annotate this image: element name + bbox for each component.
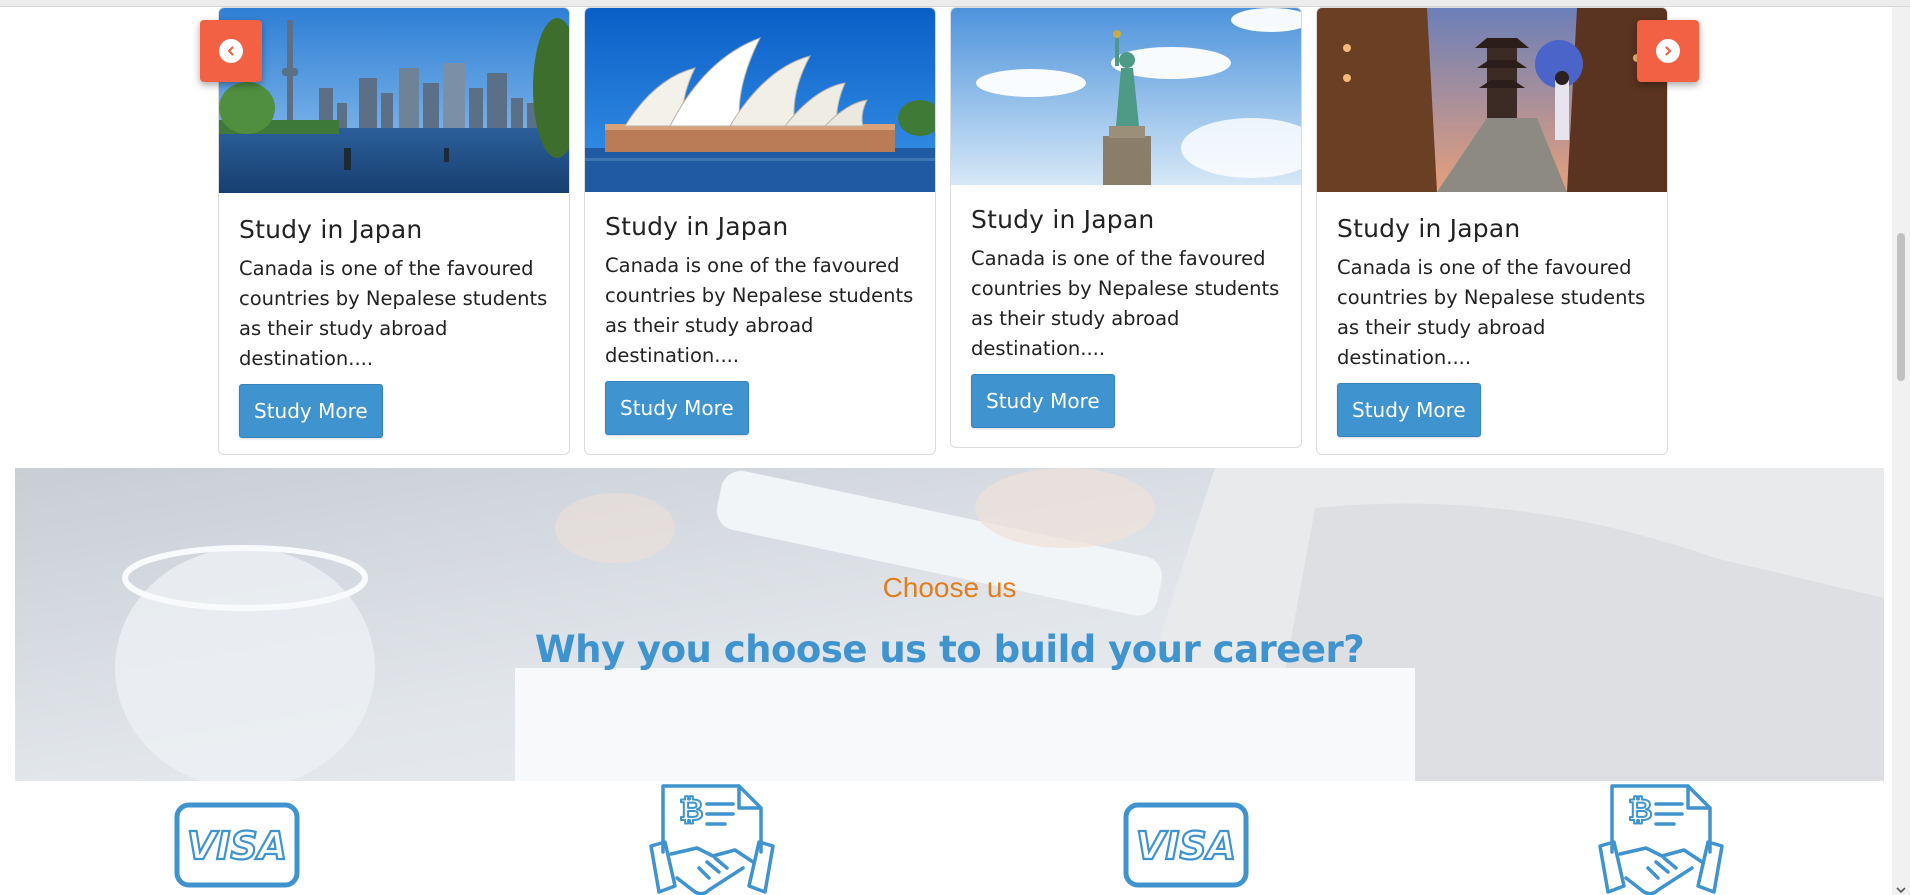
study-more-button[interactable]: Study More — [605, 381, 749, 435]
bitcoin-contract-handshake-icon: ₿ — [1598, 782, 1724, 895]
svg-text:₿: ₿ — [1628, 793, 1652, 828]
svg-text:₿: ₿ — [679, 793, 703, 828]
destination-card: Study in Japan Canada is one of the favo… — [1316, 7, 1668, 455]
card-title: Study in Japan — [239, 215, 423, 244]
card-title: Study in Japan — [605, 212, 789, 241]
destinations-carousel: Study in Japan Canada is one of the favo… — [200, 7, 1699, 455]
study-more-button[interactable]: Study More — [971, 374, 1115, 428]
features-icon-row: VISA ₿ VISA ₿ — [0, 780, 1910, 895]
kyoto-street-image — [1317, 8, 1667, 192]
destination-card: Study in Japan Canada is one of the favo… — [950, 7, 1302, 448]
card-title: Study in Japan — [971, 205, 1155, 234]
card-description: Canada is one of the favoured countries … — [971, 247, 1280, 360]
visa-label: VISA — [187, 824, 287, 868]
section-title: Why you choose us to build your career? — [534, 628, 1365, 671]
bitcoin-contract-handshake-icon: ₿ — [649, 782, 775, 895]
visa-card-icon: VISA — [174, 802, 300, 892]
scroll-down-arrow-icon[interactable] — [1895, 881, 1907, 894]
study-more-button[interactable]: Study More — [1337, 383, 1481, 437]
choose-us-section: Choose us Why you choose us to build you… — [15, 468, 1884, 781]
visa-card-icon: VISA — [1123, 802, 1249, 892]
visa-label: VISA — [1136, 824, 1236, 868]
section-subtitle: Choose us — [882, 572, 1017, 603]
chevron-right-icon — [1656, 39, 1680, 63]
study-more-button[interactable]: Study More — [239, 384, 383, 438]
sydney-opera-house-image — [585, 8, 935, 192]
carousel-prev-button[interactable] — [200, 20, 262, 82]
card-description: Canada is one of the favoured countries … — [605, 254, 914, 367]
card-description: Canada is one of the favoured countries … — [1337, 256, 1646, 369]
chevron-left-icon — [219, 39, 243, 63]
card-title: Study in Japan — [1337, 214, 1521, 243]
destination-card: Study in Japan Canada is one of the favo… — [218, 7, 570, 455]
card-description: Canada is one of the favoured countries … — [239, 257, 548, 370]
hero-overlay — [15, 468, 1884, 781]
destination-card: Study in Japan Canada is one of the favo… — [584, 7, 936, 455]
page-scrollbar[interactable] — [1892, 7, 1910, 895]
statue-of-liberty-image — [951, 8, 1301, 185]
toronto-skyline-image — [219, 8, 569, 193]
page: Study in Japan Canada is one of the favo… — [0, 0, 1910, 895]
carousel-next-button[interactable] — [1637, 20, 1699, 82]
scrollbar-thumb[interactable] — [1897, 233, 1905, 381]
top-border — [0, 0, 1910, 7]
